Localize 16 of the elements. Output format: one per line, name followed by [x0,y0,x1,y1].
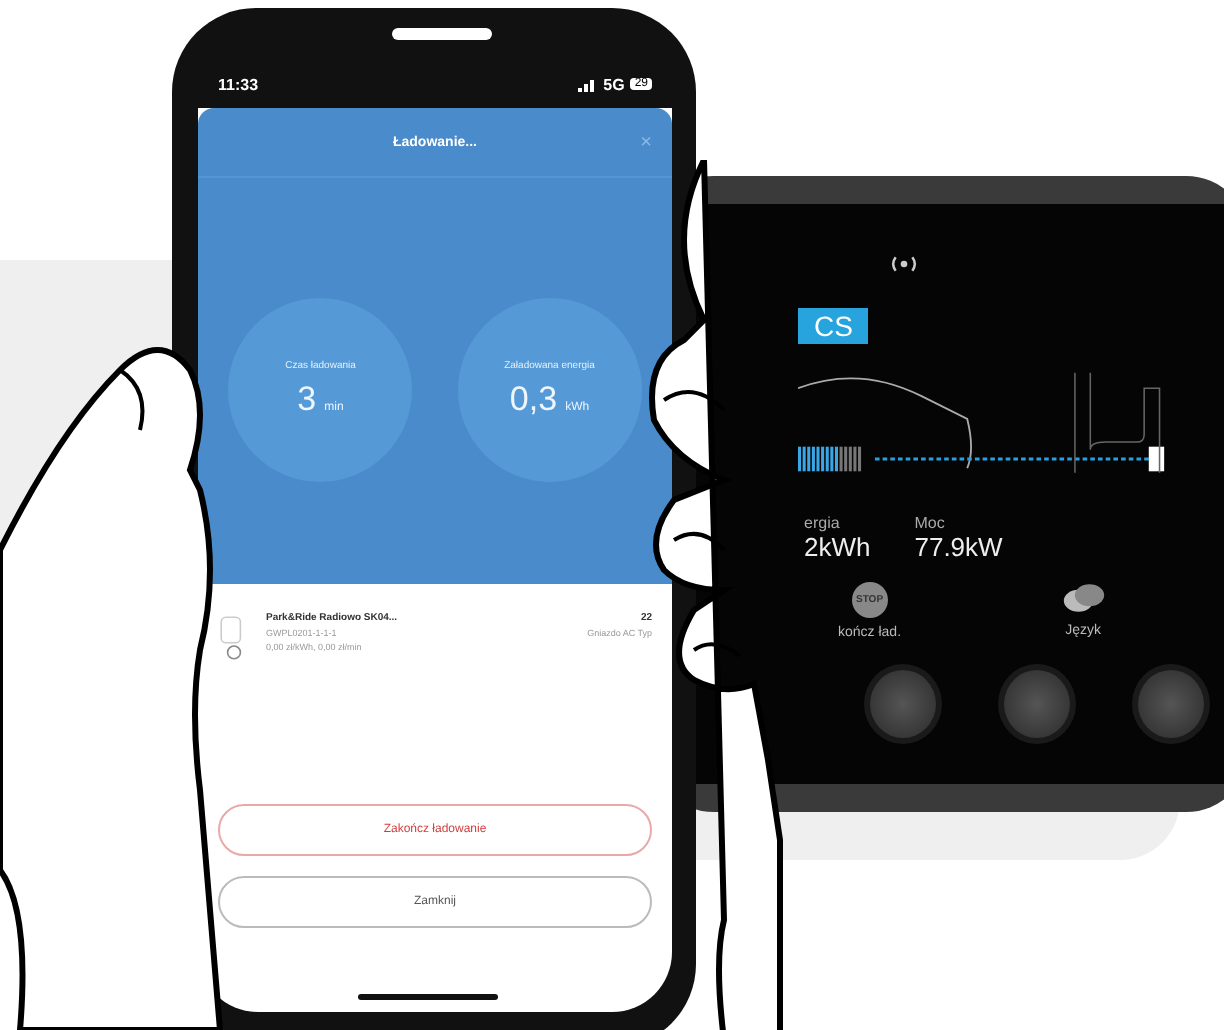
round-button[interactable] [998,664,1076,744]
status-time: 11:33 [218,75,259,93]
stat-value: 3 [297,380,317,420]
charger-badge: CS [798,308,869,344]
reading-value: 2kWh [804,532,871,562]
reading-label: ergia [804,514,842,532]
reading-value: 77.9kW [914,532,1003,562]
round-button[interactable] [1132,664,1210,744]
round-button[interactable] [864,664,942,744]
network-label: 5G [603,75,625,93]
home-indicator [358,994,498,1000]
reading-label: Moc [914,514,947,532]
stat-value: 0,3 [509,380,558,420]
signal-icon [577,77,598,91]
speaker-slot [392,28,492,40]
speech-bubbles-icon[interactable] [1061,582,1106,616]
